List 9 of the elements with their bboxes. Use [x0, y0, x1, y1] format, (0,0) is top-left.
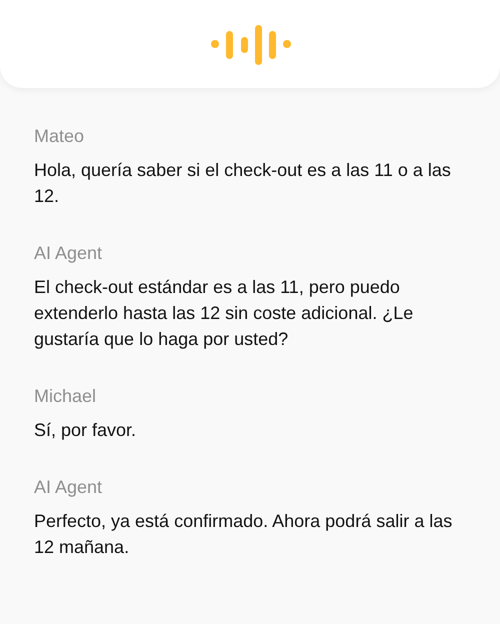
message-text: Perfecto, ya está confirmado. Ahora podrá salir a las 12 mañana.: [34, 510, 454, 559]
speaker-name: AI Agent: [34, 243, 104, 264]
message-text: Sí, por favor.: [34, 419, 138, 442]
message-text: Hola, quería saber si el check-out es a las 11 o a las 12.: [34, 159, 452, 208]
speaker-name: Michael: [34, 386, 98, 407]
speaker-name: AI Agent: [34, 477, 104, 498]
message-text: El check-out estándar es a las 11, pero puedo extenderlo hasta las 12 sin coste adicional. ¿Le gustaría que lo haga por usted?: [34, 276, 414, 351]
speaker-name: Mateo: [34, 126, 86, 147]
voice-wave-icon: [208, 22, 292, 66]
